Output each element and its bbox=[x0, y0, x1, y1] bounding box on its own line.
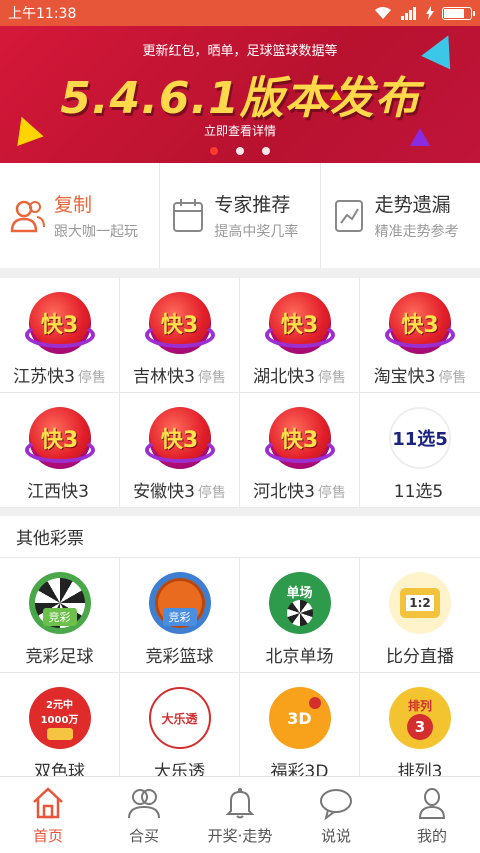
feature-row: 复制 跟大咖一起玩 专家推荐 提高中奖几率 走势遗漏 精准走势参考 bbox=[0, 163, 480, 268]
calendar-icon bbox=[173, 198, 204, 232]
status-badge: 停售 bbox=[438, 370, 467, 386]
basketball-icon: 竞彩 bbox=[148, 572, 211, 634]
kuai3-logo-icon: 快3 bbox=[264, 407, 335, 469]
lottery-item[interactable]: 快3 安徽快3 停售 bbox=[120, 393, 240, 508]
section-divider bbox=[0, 508, 480, 516]
lottery-item[interactable]: 快3 湖北快3 停售 bbox=[240, 278, 360, 393]
banner-dot[interactable] bbox=[236, 147, 244, 155]
status-badge: 停售 bbox=[317, 485, 346, 501]
other-lottery-item[interactable]: 大乐透 大乐透 bbox=[120, 673, 240, 788]
status-badge: 停售 bbox=[197, 370, 226, 386]
lottery-item[interactable]: 快3 吉林快3 停售 bbox=[120, 278, 240, 393]
single-match-icon: 单场 bbox=[268, 572, 331, 634]
status-icons bbox=[374, 6, 475, 20]
nav-profile[interactable]: 我的 bbox=[384, 777, 480, 853]
nav-label: 开奖·走势 bbox=[207, 826, 273, 845]
lottery-item[interactable]: 快3 淘宝快3 停售 bbox=[360, 278, 480, 393]
lottery-name: 湖北快3 bbox=[253, 367, 315, 387]
feature-subtitle: 提高中奖几率 bbox=[214, 224, 299, 240]
bottom-nav: 首页 合买 开奖·走势 说说 我的 bbox=[0, 776, 480, 853]
nav-home[interactable]: 首页 bbox=[0, 777, 96, 853]
feature-title: 复制 bbox=[54, 194, 93, 216]
promo-banner[interactable]: 更新红包，晒单，足球篮球数据等 5.4.6.1版本发布 立即查看详情 bbox=[0, 26, 480, 163]
ssq-logo-icon: 2元中1000万 bbox=[28, 687, 91, 749]
users-icon bbox=[10, 200, 45, 232]
lottery-grid: 快3 江苏快3 停售 快3 吉林快3 停售 快3 湖北快3 停售 快3 淘宝快3 停售 … bbox=[0, 278, 480, 508]
other-lottery-grid: 竞彩 竞彩足球 竞彩 竞彩篮球 单场 北京单场 1:2 比分直播 2元中1000… bbox=[0, 558, 480, 788]
status-time: 上午11:38 bbox=[8, 6, 77, 22]
11x5-logo-icon: 11选5 bbox=[389, 407, 451, 469]
pl3-logo-icon: 排列 3 bbox=[389, 687, 451, 749]
status-bar: 上午11:38 bbox=[0, 0, 480, 26]
nav-talk[interactable]: 说说 bbox=[288, 777, 384, 853]
section-divider bbox=[0, 268, 480, 278]
chat-bubble-icon bbox=[320, 788, 352, 820]
wifi-icon bbox=[375, 7, 391, 19]
other-lottery-item[interactable]: 2元中1000万 双色球 bbox=[0, 673, 120, 788]
nav-label: 首页 bbox=[32, 826, 63, 845]
feature-subtitle: 跟大咖一起玩 bbox=[54, 224, 138, 240]
lottery-name: 河北快3 bbox=[253, 482, 315, 502]
lottery-item[interactable]: 11选5 11选5 bbox=[360, 393, 480, 508]
feature-title: 走势遗漏 bbox=[374, 194, 451, 216]
group-buy-icon bbox=[128, 788, 160, 818]
football-icon: 竞彩 bbox=[28, 572, 91, 634]
nav-label: 我的 bbox=[416, 826, 447, 845]
lottery-item[interactable]: 快3 江西快3 bbox=[0, 393, 120, 508]
feature-trend[interactable]: 走势遗漏 精准走势参考 bbox=[321, 163, 480, 268]
other-lottery-item[interactable]: 竞彩 竞彩篮球 bbox=[120, 558, 240, 673]
nav-draw-trend[interactable]: 开奖·走势 bbox=[192, 777, 288, 853]
kuai3-logo-icon: 快3 bbox=[144, 407, 215, 469]
fc3d-logo-icon: 3D bbox=[268, 687, 331, 749]
lottery-name: 安徽快3 bbox=[133, 482, 195, 502]
lottery-name: 江苏快3 bbox=[13, 367, 75, 387]
other-lottery-item[interactable]: 排列 3 排列3 bbox=[360, 673, 480, 788]
profile-icon bbox=[418, 787, 446, 819]
other-lottery-item[interactable]: 竞彩 竞彩足球 bbox=[0, 558, 120, 673]
kuai3-logo-icon: 快3 bbox=[24, 292, 95, 354]
home-icon bbox=[33, 786, 63, 818]
kuai3-logo-icon: 快3 bbox=[385, 292, 455, 354]
banner-dot[interactable] bbox=[262, 147, 270, 155]
banner-title: 5.4.6.1版本发布 bbox=[60, 73, 420, 124]
lottery-name: 11选5 bbox=[393, 482, 444, 502]
lottery-name: 江西快3 bbox=[27, 482, 89, 502]
other-lottery-item[interactable]: 3D 福彩3D bbox=[240, 673, 360, 788]
dlt-logo-icon: 大乐透 bbox=[148, 687, 211, 749]
banner-pagination bbox=[0, 147, 480, 155]
charging-icon bbox=[426, 6, 434, 20]
lottery-item[interactable]: 快3 河北快3 停售 bbox=[240, 393, 360, 508]
nav-label: 合买 bbox=[128, 826, 159, 845]
feature-title: 专家推荐 bbox=[214, 194, 291, 216]
lottery-name: 竞彩篮球 bbox=[145, 647, 214, 667]
battery-icon bbox=[442, 6, 475, 20]
lottery-name: 竞彩足球 bbox=[25, 647, 94, 667]
banner-subtitle: 更新红包，晒单，足球篮球数据等 bbox=[142, 44, 338, 59]
kuai3-logo-icon: 快3 bbox=[24, 407, 95, 469]
lottery-name: 北京单场 bbox=[265, 647, 334, 667]
feature-expert[interactable]: 专家推荐 提高中奖几率 bbox=[160, 163, 321, 268]
section-title: 其他彩票 bbox=[0, 516, 480, 558]
kuai3-logo-icon: 快3 bbox=[264, 292, 335, 354]
trend-chart-icon bbox=[334, 199, 363, 232]
status-badge: 停售 bbox=[77, 370, 106, 386]
signal-icon bbox=[401, 7, 416, 20]
kuai3-logo-icon: 快3 bbox=[144, 292, 215, 354]
banner-link[interactable]: 立即查看详情 bbox=[0, 122, 480, 139]
status-badge: 停售 bbox=[317, 370, 346, 386]
other-lottery-item[interactable]: 1:2 比分直播 bbox=[360, 558, 480, 673]
lottery-item[interactable]: 快3 江苏快3 停售 bbox=[0, 278, 120, 393]
status-badge: 停售 bbox=[197, 485, 226, 501]
lottery-name: 吉林快3 bbox=[133, 367, 195, 387]
bell-icon bbox=[225, 787, 255, 818]
lottery-name: 比分直播 bbox=[386, 647, 454, 667]
lottery-name: 淘宝快3 bbox=[373, 367, 436, 387]
feature-copy[interactable]: 复制 跟大咖一起玩 bbox=[0, 163, 161, 268]
feature-subtitle: 精准走势参考 bbox=[374, 224, 459, 240]
banner-dot[interactable] bbox=[210, 147, 218, 155]
nav-label: 说说 bbox=[320, 826, 351, 845]
tv-score-icon: 1:2 bbox=[389, 572, 451, 634]
nav-group-buy[interactable]: 合买 bbox=[96, 777, 192, 853]
other-lottery-item[interactable]: 单场 北京单场 bbox=[240, 558, 360, 673]
